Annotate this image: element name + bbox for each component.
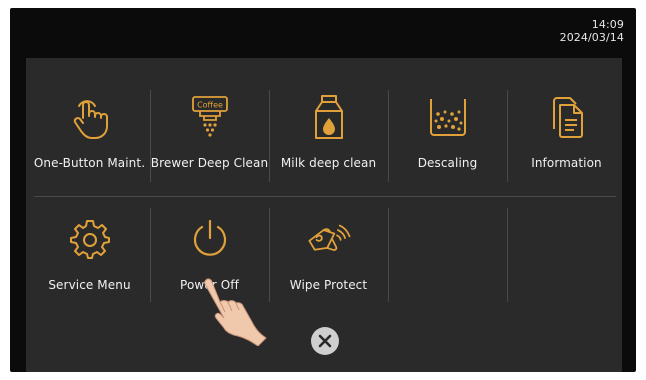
divider bbox=[507, 208, 508, 302]
service-menu-button[interactable]: Service Menu bbox=[30, 198, 149, 308]
menu-grid: One-Button Maint. Coffee Brewer Deep Cle… bbox=[26, 76, 622, 308]
wipe-protect-button[interactable]: Wipe Protect bbox=[269, 198, 388, 308]
wipe-icon bbox=[304, 214, 354, 264]
tile-label: Milk deep clean bbox=[280, 156, 377, 170]
milk-carton-icon bbox=[304, 92, 354, 142]
divider bbox=[34, 196, 616, 197]
one-button-maint-button[interactable]: One-Button Maint. bbox=[30, 76, 149, 186]
descaling-icon bbox=[423, 92, 473, 142]
clock-date: 2024/03/14 bbox=[559, 31, 624, 44]
tile-label: Power Off bbox=[180, 278, 239, 292]
tile-label: Brewer Deep Clean bbox=[150, 156, 269, 170]
divider bbox=[388, 208, 389, 302]
information-button[interactable]: Information bbox=[507, 76, 626, 186]
touch-icon bbox=[65, 92, 115, 142]
device-screen: 14:09 2024/03/14 One-Button Maint. Coffe… bbox=[10, 8, 636, 372]
brewer-icon: Coffee bbox=[185, 92, 235, 142]
status-bar: 14:09 2024/03/14 bbox=[484, 18, 624, 44]
tile-label: Descaling bbox=[417, 156, 478, 170]
close-button[interactable] bbox=[311, 327, 339, 355]
tile-label: Wipe Protect bbox=[289, 278, 368, 292]
maintenance-menu-panel: One-Button Maint. Coffee Brewer Deep Cle… bbox=[26, 58, 622, 372]
documents-icon bbox=[542, 92, 592, 142]
brewer-deep-clean-button[interactable]: Coffee Brewer Deep Clean bbox=[150, 76, 269, 186]
gear-icon bbox=[65, 214, 115, 264]
tile-label: Information bbox=[531, 156, 602, 170]
descaling-button[interactable]: Descaling bbox=[388, 76, 507, 186]
brewer-icon-text: Coffee bbox=[197, 101, 223, 110]
close-icon bbox=[318, 334, 332, 348]
milk-deep-clean-button[interactable]: Milk deep clean bbox=[269, 76, 388, 186]
tile-label: Service Menu bbox=[48, 278, 131, 292]
power-off-button[interactable]: Power Off bbox=[150, 198, 269, 308]
clock-time: 14:09 bbox=[591, 18, 624, 31]
tile-label: One-Button Maint. bbox=[33, 156, 146, 170]
power-icon bbox=[185, 214, 235, 264]
